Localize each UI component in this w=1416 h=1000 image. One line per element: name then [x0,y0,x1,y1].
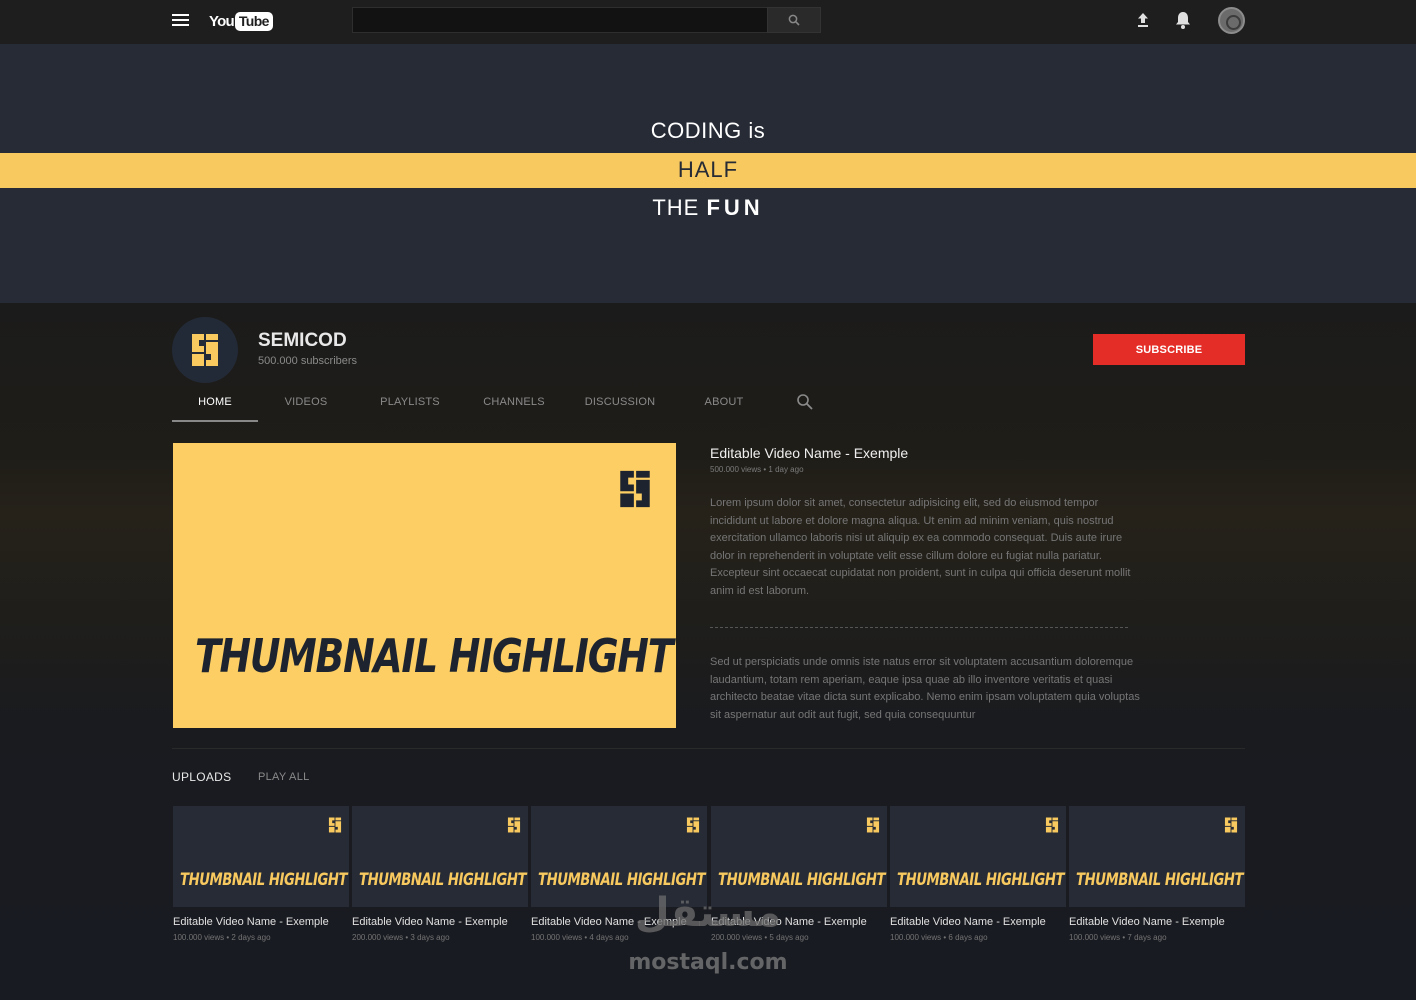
search-button[interactable] [767,7,821,33]
video-meta: 100.000 views • 2 days ago [173,933,271,942]
upload-card[interactable]: THUMBNAIL HIGHLIGHT Editable Video Name … [173,806,349,946]
logo-text-you: You [209,12,235,30]
avatar[interactable] [1218,7,1245,34]
tab-discussion[interactable]: DISCUSSION [580,384,660,422]
uploads-heading: UPLOADS [172,770,232,784]
thumbnail-text: THUMBNAIL HIGHLIGHT [538,870,706,890]
watermark-arabic: مستقل [634,890,782,936]
channel-avatar[interactable] [172,317,238,383]
semicod-logo-icon [866,817,880,833]
tab-channels[interactable]: CHANNELS [474,384,554,422]
tab-videos[interactable]: VIDEOS [268,384,344,422]
thumbnail-text: THUMBNAIL HIGHLIGHT [897,870,1065,890]
channel-banner: CODING is HALF THE FUN [0,44,1416,303]
banner-line-3: THE FUN [0,195,1416,221]
bell-icon[interactable] [1174,10,1192,30]
search-input[interactable] [352,7,768,33]
upload-card[interactable]: THUMBNAIL HIGHLIGHT Editable Video Name … [352,806,528,946]
banner-line-2: HALF [677,157,739,182]
tab-about[interactable]: ABOUT [692,384,756,422]
banner-line-3-emphasis: FUN [706,195,764,220]
thumbnail-text: THUMBNAIL HIGHLIGHT [1076,870,1244,890]
watermark-url: mostaql.com [628,950,788,975]
semicod-logo-icon [686,817,700,833]
video-meta: 100.000 views • 4 days ago [531,933,629,942]
play-all-link[interactable]: PLAY ALL [258,771,310,783]
video-title[interactable]: Editable Video Name - Exemple [1069,916,1225,928]
tab-home[interactable]: HOME [172,384,258,422]
thumbnail-text: THUMBNAIL HIGHLIGHT [195,629,674,683]
banner-line-3-prefix: THE [652,195,707,220]
logo-text-tube: Tube [234,11,273,31]
video-thumbnail[interactable]: THUMBNAIL HIGHLIGHT [173,806,349,907]
channel-name: SEMICOD [258,330,347,351]
video-meta: 100.000 views • 7 days ago [1069,933,1167,942]
video-thumbnail[interactable]: THUMBNAIL HIGHLIGHT [890,806,1066,907]
video-title[interactable]: Editable Video Name - Exemple [890,916,1046,928]
youtube-logo[interactable]: You Tube [209,10,273,32]
thumbnail-text: THUMBNAIL HIGHLIGHT [359,870,527,890]
video-title[interactable]: Editable Video Name - Exemple [352,916,508,928]
video-meta: 200.000 views • 3 days ago [352,933,450,942]
semicod-logo-icon [1045,817,1059,833]
top-bar: You Tube [0,0,1416,44]
upload-icon[interactable] [1134,11,1152,29]
search-icon[interactable] [796,393,814,411]
subscriber-count: 500.000 subscribers [258,355,358,367]
featured-video-description: Lorem ipsum dolor sit amet, consectetur … [710,497,1131,597]
search-icon [788,14,800,26]
video-thumbnail[interactable]: THUMBNAIL HIGHLIGHT [352,806,528,907]
video-meta: 100.000 views • 6 days ago [890,933,988,942]
video-title[interactable]: Editable Video Name - Exemple [173,916,329,928]
semicod-logo-icon [620,470,650,508]
description-divider [710,627,1128,628]
upload-card[interactable]: THUMBNAIL HIGHLIGHT Editable Video Name … [890,806,1066,946]
thumbnail-text: THUMBNAIL HIGHLIGHT [180,870,348,890]
featured-video-meta: 500.000 views • 1 day ago [710,465,804,474]
menu-icon[interactable] [172,14,189,28]
semicod-logo-icon [192,334,218,366]
semicod-logo-icon [507,817,521,833]
thumbnail-text: THUMBNAIL HIGHLIGHT [718,870,886,890]
upload-card[interactable]: THUMBNAIL HIGHLIGHT Editable Video Name … [1069,806,1245,946]
semicod-logo-icon [328,817,342,833]
tab-playlists[interactable]: PLAYLISTS [368,384,452,422]
featured-video-title[interactable]: Editable Video Name - Exemple [710,445,908,461]
featured-video-description-more: Sed ut perspiciatis unde omnis iste natu… [710,656,1140,721]
semicod-logo-icon [1224,817,1238,833]
video-thumbnail[interactable]: THUMBNAIL HIGHLIGHT [1069,806,1245,907]
subscribe-button[interactable]: SUBSCRIBE [1093,334,1245,365]
section-divider [172,748,1245,749]
banner-line-1: CODING is [650,118,766,143]
featured-video-thumbnail[interactable]: THUMBNAIL HIGHLIGHT [173,443,676,728]
channel-tabs: HOME VIDEOS PLAYLISTS CHANNELS DISCUSSIO… [172,384,872,424]
